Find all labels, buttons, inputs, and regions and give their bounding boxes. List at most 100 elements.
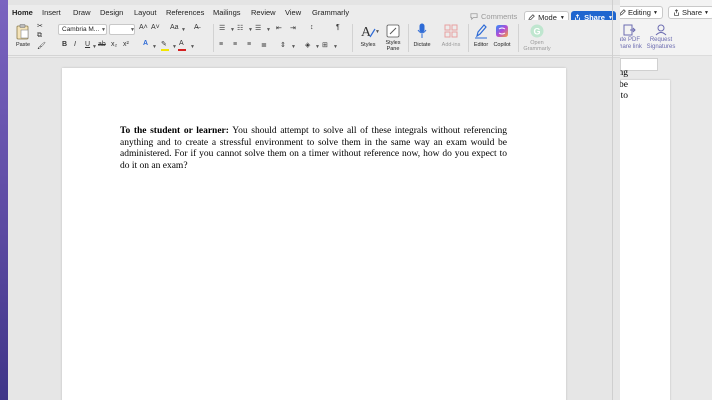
create-pdf-line1: ate PDF: [617, 37, 640, 43]
pdf-link-icon: [623, 24, 636, 36]
styles-pane-button[interactable]: Styles Pane: [382, 23, 404, 53]
clipboard-icon: [16, 24, 29, 40]
chevron-down-icon[interactable]: ▼: [190, 44, 195, 50]
format-painter-icon[interactable]: 🖌: [37, 42, 46, 50]
paragraph-bold-lead: To the student or learner:: [120, 126, 229, 136]
microphone-icon: [417, 23, 427, 38]
document-canvas[interactable]: To the student or learner: You should at…: [8, 57, 620, 400]
cut-icon[interactable]: ✂: [37, 22, 43, 30]
copilot-label: Copilot: [493, 42, 511, 48]
sort-icon[interactable]: ↕: [310, 24, 314, 31]
align-right-icon[interactable]: ≡: [247, 41, 251, 48]
copilot-button[interactable]: Copilot: [491, 23, 513, 53]
request-signatures-button[interactable]: Request Signatures: [646, 24, 676, 51]
tab-design[interactable]: Design: [100, 8, 123, 17]
open-grammarly-button[interactable]: G Open Grammarly: [522, 23, 552, 55]
editing-button[interactable]: Editing ▼: [614, 6, 663, 19]
grow-font-icon[interactable]: A˄: [139, 24, 148, 31]
create-pdf-line2: share link: [616, 44, 642, 50]
styles-button[interactable]: A ▼ Styles: [358, 23, 380, 53]
ribbon-separator: [408, 24, 409, 52]
italic-icon[interactable]: I: [74, 41, 76, 48]
window-edge: [612, 0, 613, 400]
font-color-icon[interactable]: A: [179, 40, 184, 47]
chevron-down-icon[interactable]: ▼: [152, 44, 157, 50]
background-window[interactable]: Editing ▼ Share ▼ ate PDF share link Req…: [612, 0, 712, 400]
borders-icon[interactable]: ⊞: [322, 41, 328, 49]
bg-share-button[interactable]: Share ▼: [668, 6, 712, 19]
instruction-paragraph[interactable]: To the student or learner: You should at…: [120, 126, 507, 172]
strikethrough-icon[interactable]: ab: [98, 41, 106, 48]
chevron-down-icon[interactable]: ▼: [291, 44, 296, 50]
subscript-icon[interactable]: x₂: [111, 41, 117, 48]
bold-icon[interactable]: B: [62, 41, 67, 48]
chevron-down-icon[interactable]: ▼: [130, 27, 135, 33]
chevron-down-icon: ▼: [652, 9, 658, 16]
shading-icon[interactable]: ◈: [305, 41, 310, 49]
tab-insert[interactable]: Insert: [42, 8, 61, 17]
word-window[interactable]: Home Insert Draw Design Layout Reference…: [8, 0, 620, 400]
align-center-icon[interactable]: ≡: [233, 41, 237, 48]
editing-label: Editing: [628, 8, 651, 17]
line-spacing-icon[interactable]: ⇕: [280, 41, 286, 49]
tab-layout[interactable]: Layout: [134, 8, 157, 17]
chevron-down-icon[interactable]: ▼: [181, 27, 186, 33]
multilevel-list-icon[interactable]: ☰: [255, 24, 261, 32]
ribbon-separator: [518, 24, 519, 52]
chevron-down-icon[interactable]: ▼: [172, 44, 177, 50]
tab-draw[interactable]: Draw: [73, 8, 91, 17]
paste-button[interactable]: Paste: [14, 24, 32, 52]
chevron-down-icon[interactable]: ▼: [101, 27, 106, 33]
add-ins-button[interactable]: Add-ins: [438, 23, 464, 53]
dictate-button[interactable]: Dictate: [411, 23, 433, 53]
chevron-down-icon[interactable]: ▼: [315, 44, 320, 50]
desktop-background: [0, 0, 8, 400]
increase-indent-icon[interactable]: ⇥: [290, 24, 296, 32]
styles-icon: A: [361, 25, 376, 39]
styles-pane-icon: [386, 24, 400, 38]
styles-label: Styles: [360, 42, 376, 48]
chevron-down-icon[interactable]: ▼: [333, 44, 338, 50]
superscript-icon[interactable]: x²: [123, 41, 129, 48]
tab-review[interactable]: Review: [251, 8, 276, 17]
copilot-icon: [496, 25, 508, 37]
tab-mailings[interactable]: Mailings: [213, 8, 241, 17]
ribbon-separator: [352, 24, 353, 52]
editor-icon: [475, 24, 487, 39]
chevron-down-icon[interactable]: ▼: [230, 27, 235, 33]
change-case-icon[interactable]: Aa: [170, 24, 179, 31]
tab-references[interactable]: References: [166, 8, 204, 17]
chevron-down-icon[interactable]: ▼: [92, 44, 97, 50]
font-color-bar: [178, 49, 186, 51]
tab-view[interactable]: View: [285, 8, 301, 17]
paragraph-marks-icon[interactable]: ¶: [336, 24, 340, 31]
chevron-down-icon[interactable]: ▼: [266, 27, 271, 33]
styles-pane-label: Styles Pane: [385, 40, 401, 52]
open-grammarly-label: Open Grammarly: [523, 40, 551, 52]
highlight-color-bar: [161, 49, 169, 51]
decrease-indent-icon[interactable]: ⇤: [276, 24, 282, 32]
text-effects-icon[interactable]: A: [143, 40, 148, 47]
chevron-down-icon: ▼: [704, 9, 709, 16]
signature-icon: [655, 24, 667, 36]
bullets-icon[interactable]: ☰: [219, 24, 225, 32]
tab-grammarly[interactable]: Grammarly: [312, 8, 349, 17]
svg-text:G: G: [534, 27, 541, 37]
copy-icon[interactable]: ⧉: [37, 32, 42, 40]
justify-icon[interactable]: ≣: [261, 41, 267, 49]
bg-share-label: Share: [682, 8, 703, 17]
ribbon-bottom-border: [8, 57, 620, 58]
background-toolbar: Editing ▼ Share ▼ ate PDF share link Req…: [612, 0, 712, 56]
clear-formatting-icon[interactable]: A̶: [194, 24, 199, 31]
numbering-icon[interactable]: ☷: [237, 24, 243, 32]
font-name-select[interactable]: Cambria M...: [58, 24, 107, 35]
tab-home[interactable]: Home: [12, 8, 33, 17]
align-left-icon[interactable]: ≡: [219, 41, 223, 48]
shrink-font-icon[interactable]: A˅: [151, 24, 160, 31]
highlight-icon[interactable]: ✎: [161, 40, 167, 48]
underline-icon[interactable]: U: [85, 41, 90, 48]
comment-icon: [470, 13, 478, 20]
editor-button[interactable]: Editor: [471, 23, 491, 53]
document-page[interactable]: To the student or learner: You should at…: [62, 68, 566, 400]
chevron-down-icon[interactable]: ▼: [248, 27, 253, 33]
